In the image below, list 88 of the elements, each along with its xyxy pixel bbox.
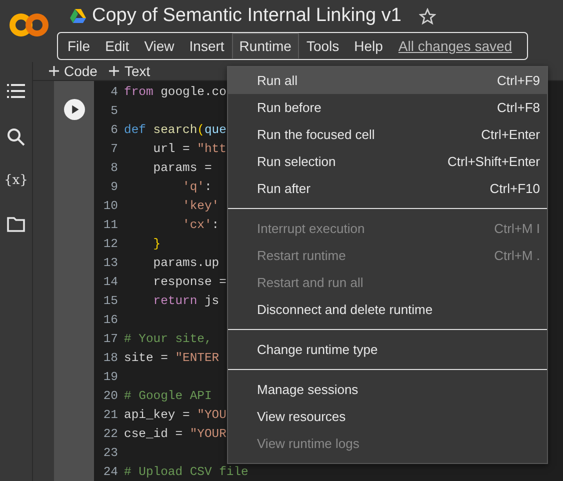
- line-number: 18: [102, 350, 118, 364]
- code-line: api_key = "YOU: [124, 408, 226, 422]
- logo-icon: [8, 13, 48, 37]
- line-number: 19: [102, 370, 118, 384]
- plus-icon: [109, 66, 120, 76]
- menu-item-label: Change runtime type: [257, 342, 378, 357]
- line-number: 8: [110, 160, 118, 174]
- menu-item-label: Run the focused cell: [257, 127, 375, 142]
- line-number: 12: [102, 236, 118, 250]
- menu-item-label: Run all: [257, 73, 298, 88]
- code-line: response =: [152, 274, 226, 288]
- shortcut-label: Ctrl+M I: [494, 221, 540, 236]
- shortcut-label: Ctrl+F9: [497, 73, 540, 88]
- menu-item-label: Restart and run all: [257, 275, 364, 290]
- save-status-link[interactable]: All changes saved: [390, 33, 512, 59]
- code-line: cse_id = "YOUR: [124, 426, 226, 440]
- code-line: }: [152, 236, 161, 250]
- code-line: params =: [152, 160, 213, 174]
- line-number: 13: [102, 256, 118, 270]
- code-line: site = "ENTER: [124, 350, 220, 364]
- shortcut-label: Ctrl+Shift+Enter: [448, 154, 540, 169]
- menu-bar-item[interactable]: Runtime: [232, 33, 299, 59]
- menu-item[interactable]: Manage sessions: [228, 376, 547, 403]
- code-line: # Google API: [124, 388, 213, 402]
- menu-item-label: Run selection: [257, 154, 336, 169]
- notebook-title[interactable]: Copy of Semantic Internal Linking v1: [92, 5, 402, 27]
- line-number: 23: [102, 446, 118, 460]
- line-number: 11: [102, 218, 118, 232]
- code-line: 'key': [182, 198, 220, 212]
- variables-icon[interactable]: {x}: [4, 173, 28, 188]
- code-line: 'cx':: [182, 218, 220, 232]
- code-line: params.up: [152, 256, 220, 270]
- line-number: 9: [110, 180, 118, 194]
- shortcut-label: Ctrl+F10: [490, 181, 540, 196]
- code-line: # Upload CSV file: [124, 464, 248, 478]
- menu-item-label: Interrupt execution: [257, 221, 365, 236]
- menu-bar-item[interactable]: View: [136, 33, 182, 59]
- menu-bar-item[interactable]: Insert: [182, 33, 232, 59]
- code-line: url = "htt: [152, 142, 226, 156]
- line-number: 14: [102, 274, 118, 288]
- line-number: 16: [102, 312, 118, 326]
- menu-bar-item[interactable]: Help: [346, 33, 390, 59]
- line-number: 4: [110, 84, 118, 98]
- code-line: def search(que: [124, 122, 226, 136]
- shortcut-label: Ctrl+F8: [497, 100, 540, 115]
- menu-item[interactable]: Run the focused cell Ctrl+Enter: [228, 121, 547, 148]
- menu-item-label: View resources: [257, 409, 346, 424]
- add-cell-button[interactable]: Code: [49, 63, 98, 79]
- menu-item-label: Restart runtime: [257, 248, 346, 263]
- menu-item[interactable]: Run all Ctrl+F9: [228, 67, 547, 94]
- folder-icon[interactable]: [6, 214, 26, 234]
- menu-item-label: Disconnect and delete runtime: [257, 302, 433, 317]
- line-number: 21: [102, 408, 118, 422]
- star-icon[interactable]: [419, 8, 436, 24]
- menu-item[interactable]: View resources: [228, 403, 547, 430]
- line-number: 24: [102, 464, 118, 478]
- line-number: 7: [110, 142, 118, 156]
- run-cell-button[interactable]: [64, 99, 84, 120]
- menu-item[interactable]: Disconnect and delete runtime: [228, 296, 547, 323]
- line-number: 15: [102, 294, 118, 308]
- line-number: 17: [102, 332, 118, 346]
- menu-item[interactable]: Run before Ctrl+F8: [228, 94, 547, 121]
- menu-bar-item[interactable]: Edit: [98, 33, 137, 59]
- shortcut-label: Ctrl+Enter: [481, 127, 540, 142]
- line-number: 5: [110, 104, 118, 118]
- menu-item-label: Run before: [257, 100, 322, 115]
- drive-icon[interactable]: [70, 9, 86, 23]
- line-number: 6: [110, 122, 118, 136]
- plus-icon: [49, 66, 59, 76]
- menu-item-label: View runtime logs: [257, 436, 360, 451]
- menu-bar-item[interactable]: Tools: [298, 33, 347, 59]
- code-line: from google.co: [124, 84, 226, 98]
- table-of-contents-icon[interactable]: [6, 81, 26, 101]
- menu-bar-item[interactable]: File: [60, 33, 98, 59]
- line-number: 20: [102, 388, 118, 402]
- add-cell-button[interactable]: Text: [109, 63, 150, 79]
- code-line: 'q':: [182, 180, 212, 194]
- menu-item-label: Manage sessions: [257, 382, 358, 397]
- code-line: # Your site,: [124, 332, 213, 346]
- line-number: 22: [102, 426, 118, 440]
- line-number: 10: [102, 198, 118, 212]
- shortcut-label: Ctrl+M .: [494, 248, 540, 263]
- menu-item-label: Run after: [257, 181, 310, 196]
- menu-item[interactable]: Change runtime type: [228, 336, 547, 363]
- code-line: return js: [152, 294, 220, 308]
- search-icon[interactable]: [6, 127, 26, 147]
- menu-item[interactable]: Run selection Ctrl+Shift+Enter: [228, 148, 547, 175]
- menu-item[interactable]: Run after Ctrl+F10: [228, 175, 547, 202]
